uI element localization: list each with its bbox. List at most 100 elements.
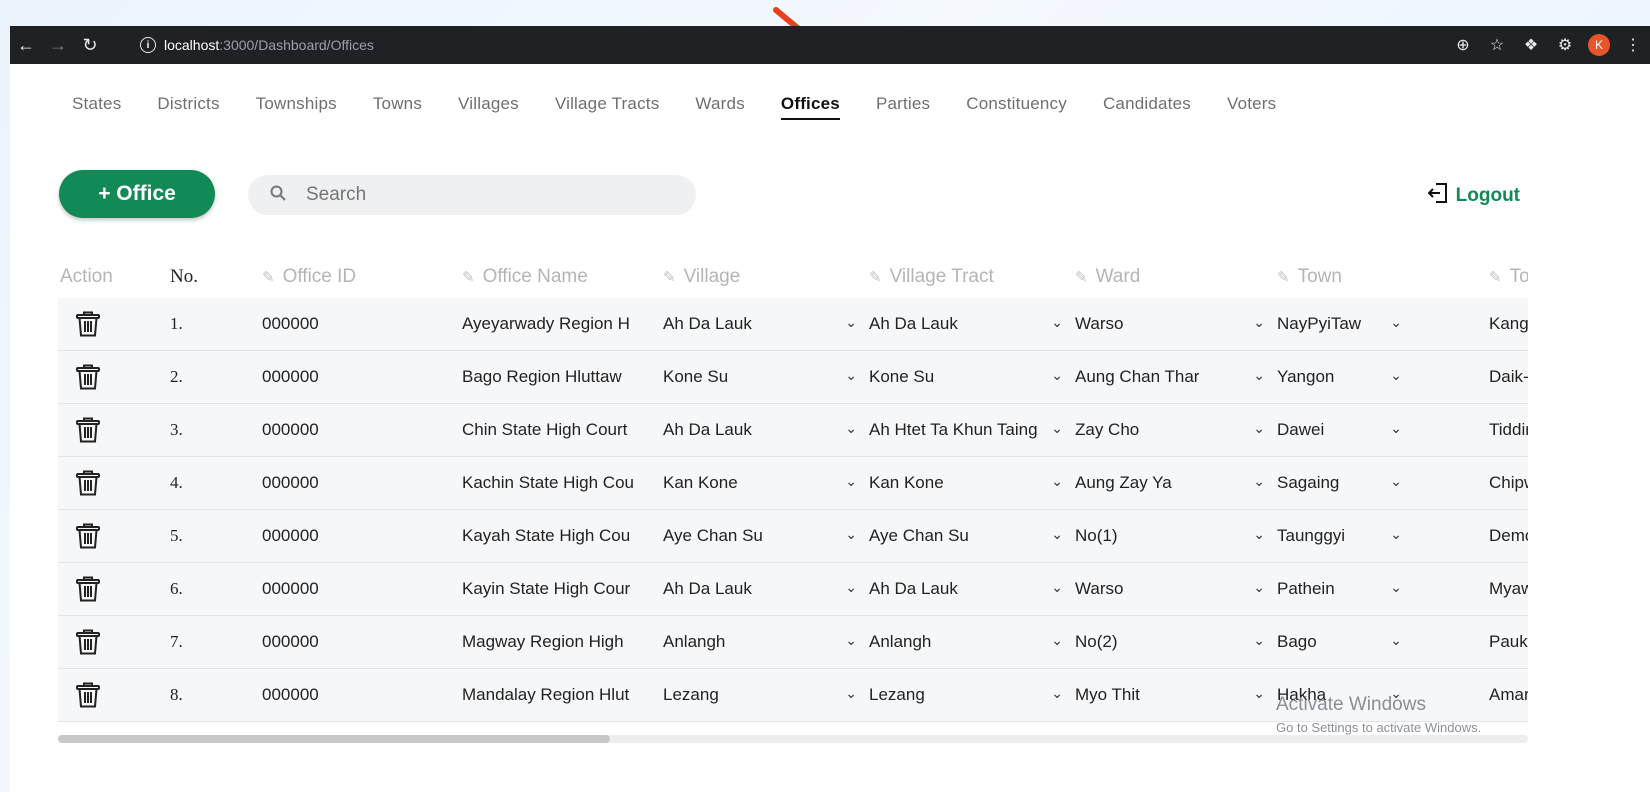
ward-select[interactable]: Zay Cho ⌄: [1075, 420, 1277, 440]
tab-candidates[interactable]: Candidates: [1103, 94, 1191, 120]
chevron-down-icon: ⌄: [1390, 526, 1402, 542]
tab-states[interactable]: States: [72, 94, 121, 120]
town-value: Sagaing: [1277, 473, 1340, 492]
forward-icon[interactable]: →: [42, 26, 74, 64]
town-select[interactable]: Yangon ⌄: [1277, 367, 1479, 387]
back-icon[interactable]: ←: [10, 26, 42, 64]
delete-button[interactable]: [58, 681, 170, 709]
puzzle-icon[interactable]: ⚙: [1548, 35, 1582, 55]
tab-offices[interactable]: Offices: [780, 94, 840, 120]
delete-button[interactable]: [58, 363, 170, 391]
village-select[interactable]: Ah Da Lauk ⌄: [663, 314, 869, 334]
table-row: 1. 000000 Ayeyarwady Region H Ah Da Lauk ⌄ Ah…: [58, 298, 1528, 351]
village-value: Ah Da Lauk: [663, 314, 752, 333]
village-select[interactable]: Lezang ⌄: [663, 685, 869, 705]
delete-button[interactable]: [58, 522, 170, 550]
town-select[interactable]: Taunggyi ⌄: [1277, 526, 1479, 546]
office-id-cell: 000000: [262, 473, 319, 492]
village-tract-select[interactable]: Ah Htet Ta Khun Taing ⌄: [869, 420, 1075, 440]
office-id-cell: 000000: [262, 526, 319, 545]
town-value: Yangon: [1277, 367, 1335, 386]
trash-icon: [74, 469, 170, 497]
town-select[interactable]: Dawei ⌄: [1277, 420, 1479, 440]
ward-select[interactable]: Warso ⌄: [1075, 314, 1277, 334]
delete-button[interactable]: [58, 416, 170, 444]
ward-select[interactable]: No(2) ⌄: [1075, 632, 1277, 652]
village-tract-select[interactable]: Kan Kone ⌄: [869, 473, 1075, 493]
village-tract-select[interactable]: Aye Chan Su ⌄: [869, 526, 1075, 546]
chevron-down-icon: ⌄: [1051, 632, 1063, 648]
ward-select[interactable]: Myo Thit ⌄: [1075, 685, 1277, 705]
chevron-down-icon: ⌄: [845, 632, 857, 648]
search-input[interactable]: [304, 183, 688, 207]
header-village-tract[interactable]: ✎ Village Tract: [869, 266, 1075, 288]
add-office-button[interactable]: + Office: [59, 170, 215, 218]
village-tract-select[interactable]: Anlangh ⌄: [869, 632, 1075, 652]
village-select[interactable]: Kone Su ⌄: [663, 367, 869, 387]
village-select[interactable]: Kan Kone ⌄: [663, 473, 869, 493]
village-tract-select[interactable]: Ah Da Lauk ⌄: [869, 579, 1075, 599]
village-tract-select[interactable]: Lezang ⌄: [869, 685, 1075, 705]
village-tract-value: Ah Da Lauk: [869, 314, 958, 333]
horizontal-scrollbar[interactable]: [58, 735, 1528, 743]
ward-select[interactable]: Aung Chan Thar ⌄: [1075, 367, 1277, 387]
village-tract-value: Aye Chan Su: [869, 526, 969, 545]
avatar[interactable]: K: [1588, 34, 1610, 56]
tab-wards[interactable]: Wards: [695, 94, 745, 120]
search-box[interactable]: [248, 175, 696, 215]
chevron-down-icon: ⌄: [1253, 685, 1265, 701]
town-select[interactable]: Pathein ⌄: [1277, 579, 1479, 599]
info-icon[interactable]: i: [140, 37, 156, 53]
township-cell: Myaw: [1489, 579, 1528, 598]
chevron-down-icon: ⌄: [1390, 473, 1402, 489]
tab-villages[interactable]: Villages: [458, 94, 519, 120]
row-number: 8.: [170, 685, 183, 704]
town-select[interactable]: Sagaing ⌄: [1277, 473, 1479, 493]
ward-select[interactable]: Aung Zay Ya ⌄: [1075, 473, 1277, 493]
header-town[interactable]: ✎ Town: [1277, 266, 1479, 288]
ward-select[interactable]: No(1) ⌄: [1075, 526, 1277, 546]
reload-icon[interactable]: ↻: [74, 26, 106, 64]
tab-townships[interactable]: Townships: [256, 94, 337, 120]
watermark-subtitle: Go to Settings to activate Windows.: [1276, 720, 1482, 735]
village-tract-select[interactable]: Ah Da Lauk ⌄: [869, 314, 1075, 334]
tab-voters[interactable]: Voters: [1227, 94, 1276, 120]
zoom-icon[interactable]: ⊕: [1446, 35, 1480, 55]
table-row: 2. 000000 Bago Region Hluttaw Kone Su ⌄ Kone …: [58, 351, 1528, 404]
tab-constituency[interactable]: Constituency: [966, 94, 1067, 120]
address-bar[interactable]: i localhost:3000/Dashboard/Offices: [128, 30, 1428, 60]
village-tract-select[interactable]: Kone Su ⌄: [869, 367, 1075, 387]
header-township[interactable]: ✎Tov: [1479, 266, 1528, 288]
star-icon[interactable]: ☆: [1480, 35, 1514, 55]
chevron-down-icon: ⌄: [1051, 473, 1063, 489]
header-office-id[interactable]: ✎ Office ID: [262, 266, 462, 288]
town-select[interactable]: Bago ⌄: [1277, 632, 1479, 652]
chevron-down-icon: ⌄: [1390, 632, 1402, 648]
delete-button[interactable]: [58, 469, 170, 497]
tab-districts[interactable]: Districts: [157, 94, 219, 120]
township-cell: Demo: [1489, 526, 1528, 545]
ward-select[interactable]: Warso ⌄: [1075, 579, 1277, 599]
scrollbar-thumb[interactable]: [58, 735, 610, 743]
header-village[interactable]: ✎ Village: [663, 266, 869, 288]
town-select[interactable]: NayPyiTaw ⌄: [1277, 314, 1479, 334]
delete-button[interactable]: [58, 310, 170, 338]
header-ward[interactable]: ✎ Ward: [1075, 266, 1277, 288]
menu-icon[interactable]: ⋮: [1616, 35, 1650, 55]
tab-parties[interactable]: Parties: [876, 94, 930, 120]
ward-value: Warso: [1075, 579, 1124, 598]
village-select[interactable]: Anlangh ⌄: [663, 632, 869, 652]
delete-button[interactable]: [58, 575, 170, 603]
logout-button[interactable]: Logout: [1427, 182, 1520, 210]
header-office-name[interactable]: ✎ Office Name: [462, 266, 663, 288]
tab-towns[interactable]: Towns: [373, 94, 422, 120]
chevron-down-icon: ⌄: [1051, 367, 1063, 383]
town-value: Bago: [1277, 632, 1317, 651]
delete-button[interactable]: [58, 628, 170, 656]
village-select[interactable]: Ah Da Lauk ⌄: [663, 420, 869, 440]
tab-village-tracts[interactable]: Village Tracts: [555, 94, 660, 120]
township-cell: Pauk: [1489, 632, 1528, 651]
extension-color-icon[interactable]: ❖: [1514, 35, 1548, 55]
village-select[interactable]: Aye Chan Su ⌄: [663, 526, 869, 546]
village-select[interactable]: Ah Da Lauk ⌄: [663, 579, 869, 599]
